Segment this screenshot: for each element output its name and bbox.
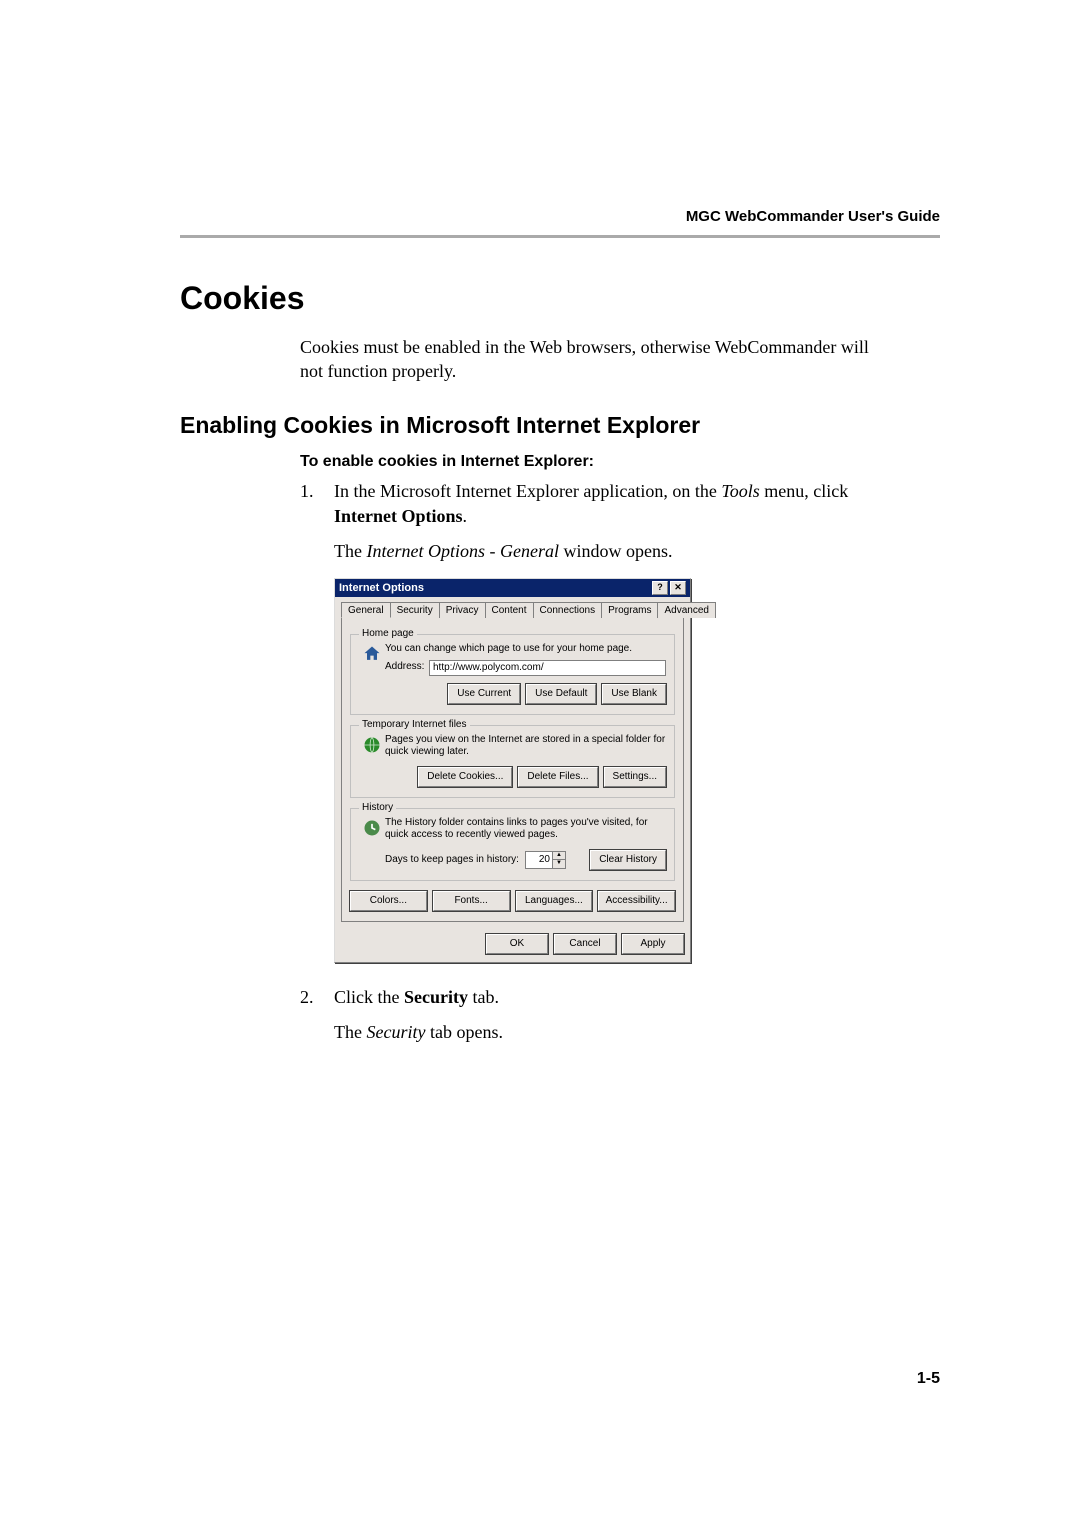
internet-options-dialog: Internet Options ? ✕ General Security Pr… bbox=[334, 578, 691, 963]
page-number: 1-5 bbox=[917, 1370, 940, 1388]
address-input[interactable] bbox=[429, 660, 666, 676]
home-icon bbox=[359, 643, 385, 664]
use-current-button[interactable]: Use Current bbox=[448, 684, 520, 704]
group-temp-files: Temporary Internet files Pages you view … bbox=[350, 725, 675, 798]
tab-content[interactable]: Content bbox=[485, 602, 534, 618]
delete-files-button[interactable]: Delete Files... bbox=[518, 767, 597, 787]
step-1-text: In the Microsoft Internet Explorer appli… bbox=[334, 479, 890, 529]
help-button[interactable]: ? bbox=[652, 581, 668, 595]
cancel-button[interactable]: Cancel bbox=[554, 934, 616, 954]
heading-cookies: Cookies bbox=[180, 280, 940, 317]
step-2-follow-post: tab opens. bbox=[425, 1022, 502, 1042]
spin-down-icon[interactable]: ▼ bbox=[553, 860, 565, 868]
apply-button[interactable]: Apply bbox=[622, 934, 684, 954]
step-1-mid: menu, click bbox=[760, 481, 848, 501]
step-2: 2. Click the Security tab. bbox=[300, 985, 890, 1010]
intro-paragraph: Cookies must be enabled in the Web brows… bbox=[300, 335, 880, 384]
tab-connections[interactable]: Connections bbox=[533, 602, 603, 618]
settings-button[interactable]: Settings... bbox=[604, 767, 666, 787]
history-text: The History folder contains links to pag… bbox=[385, 817, 666, 842]
address-label: Address: bbox=[385, 661, 429, 674]
tab-page-general: Home page You can change which page to u… bbox=[341, 618, 684, 922]
internet-options-dialog-figure: Internet Options ? ✕ General Security Pr… bbox=[334, 578, 940, 963]
step-2-text: Click the Security tab. bbox=[334, 985, 890, 1010]
step-1-tools: Tools bbox=[721, 481, 759, 501]
colors-button[interactable]: Colors... bbox=[350, 891, 427, 911]
delete-cookies-button[interactable]: Delete Cookies... bbox=[418, 767, 512, 787]
running-header: MGC WebCommander User's Guide bbox=[0, 208, 940, 225]
header-rule bbox=[180, 235, 940, 238]
legend-history: History bbox=[359, 802, 396, 813]
step-2-followup: The Security tab opens. bbox=[334, 1020, 940, 1045]
fonts-button[interactable]: Fonts... bbox=[433, 891, 510, 911]
step-2-number: 2. bbox=[300, 985, 334, 1010]
step-1: 1. In the Microsoft Internet Explorer ap… bbox=[300, 479, 890, 529]
step-1-follow-italic: Internet Options - General bbox=[366, 541, 558, 561]
legend-home-page: Home page bbox=[359, 628, 417, 639]
home-text: You can change which page to use for you… bbox=[385, 643, 666, 656]
days-label: Days to keep pages in history: bbox=[385, 854, 519, 865]
group-home-page: Home page You can change which page to u… bbox=[350, 634, 675, 715]
step-1-follow-pre: The bbox=[334, 541, 366, 561]
step-2-follow-italic: Security bbox=[366, 1022, 425, 1042]
tab-privacy[interactable]: Privacy bbox=[439, 602, 486, 618]
dialog-tabs: General Security Privacy Content Connect… bbox=[341, 601, 684, 618]
procedure-title: To enable cookies in Internet Explorer: bbox=[300, 453, 940, 471]
step-1-internet-options: Internet Options bbox=[334, 506, 463, 526]
tab-security[interactable]: Security bbox=[390, 602, 440, 618]
days-input[interactable] bbox=[526, 852, 552, 868]
history-icon bbox=[359, 817, 385, 838]
step-2-post: tab. bbox=[468, 987, 499, 1007]
languages-button[interactable]: Languages... bbox=[516, 891, 593, 911]
use-default-button[interactable]: Use Default bbox=[526, 684, 596, 704]
tab-programs[interactable]: Programs bbox=[601, 602, 658, 618]
legend-temp-files: Temporary Internet files bbox=[359, 719, 470, 730]
clear-history-button[interactable]: Clear History bbox=[590, 850, 666, 870]
tab-general[interactable]: General bbox=[341, 602, 391, 618]
spin-up-icon[interactable]: ▲ bbox=[553, 852, 565, 861]
step-2-security: Security bbox=[404, 987, 468, 1007]
group-history: History The History folder contains link… bbox=[350, 808, 675, 881]
step-2-pre: Click the bbox=[334, 987, 404, 1007]
step-1-pre: In the Microsoft Internet Explorer appli… bbox=[334, 481, 721, 501]
step-2-follow-pre: The bbox=[334, 1022, 366, 1042]
step-1-follow-post: window opens. bbox=[559, 541, 673, 561]
dialog-titlebar: Internet Options ? ✕ bbox=[335, 579, 690, 597]
ok-button[interactable]: OK bbox=[486, 934, 548, 954]
accessibility-button[interactable]: Accessibility... bbox=[598, 891, 675, 911]
dialog-title: Internet Options bbox=[339, 582, 424, 594]
heading-enabling: Enabling Cookies in Microsoft Internet E… bbox=[180, 412, 940, 439]
temp-text: Pages you view on the Internet are store… bbox=[385, 734, 666, 759]
tab-advanced[interactable]: Advanced bbox=[657, 602, 715, 618]
step-1-followup: The Internet Options - General window op… bbox=[334, 539, 940, 564]
use-blank-button[interactable]: Use Blank bbox=[602, 684, 666, 704]
days-spinner[interactable]: ▲ ▼ bbox=[525, 851, 566, 869]
step-1-number: 1. bbox=[300, 479, 334, 529]
step-1-post: . bbox=[463, 506, 468, 526]
document-page: MGC WebCommander User's Guide Cookies Co… bbox=[0, 0, 1080, 1528]
globe-icon bbox=[359, 734, 385, 755]
close-button[interactable]: ✕ bbox=[670, 581, 686, 595]
